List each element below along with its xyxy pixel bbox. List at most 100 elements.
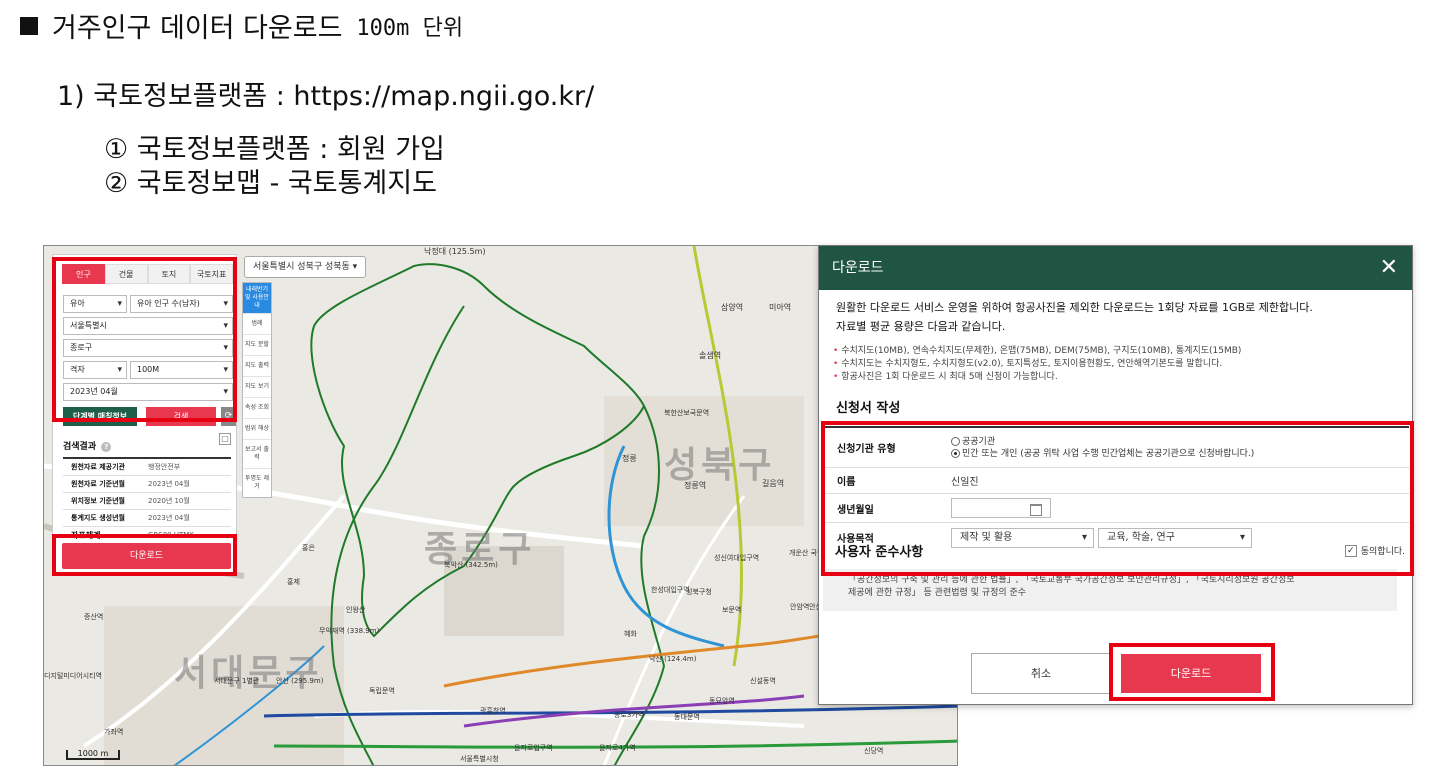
result-table: 원천자료 제공기관 행정안전부 원천자료 기준년월 2023년 04월 위치정보 기…: [63, 457, 231, 544]
map-label: 성신여대입구역: [714, 554, 760, 562]
map-label: 을지로입구역: [514, 744, 553, 752]
period-select[interactable]: 2023년 04월: [63, 383, 233, 401]
agree-checkbox[interactable]: ✓ 동의합니다.: [1344, 544, 1409, 557]
compliance-title: 사용자 준수사항: [835, 545, 924, 560]
tab-national-index[interactable]: 국토지표: [190, 264, 233, 284]
tab-building[interactable]: 건물: [104, 264, 148, 284]
form-section-title: 신청서 작성: [836, 401, 901, 416]
step-1: ① 국토정보플랫폼 : 회원 가입: [104, 134, 445, 165]
checkbox-icon: ✓: [1344, 544, 1357, 557]
close-icon[interactable]: ✕: [1380, 246, 1398, 290]
birth-date-input[interactable]: [951, 498, 1051, 518]
map-label: 북한산보국문역: [664, 409, 710, 417]
map-label: 동묘앞역: [709, 697, 735, 705]
map-label: 낙산 (124.4m): [649, 655, 697, 663]
map-label: 정릉역: [684, 481, 707, 490]
dialog-header: 다운로드 ✕: [819, 246, 1412, 290]
tool-attr-button[interactable]: 속성 조회: [243, 397, 271, 418]
dialog-intro: 원활한 다운로드 서비스 운영을 위하여 항공사진을 제외한 다운로드는 1회당…: [836, 301, 1313, 333]
map-label: 서대문구 1별관: [214, 677, 260, 685]
map-label: 솔샘역: [699, 351, 722, 360]
form-row-name: 이름 신일진: [823, 468, 1409, 494]
sigungu-select[interactable]: 종로구: [63, 339, 233, 357]
category-select[interactable]: 유아: [63, 295, 127, 313]
table-row: 원천자료 제공기관 행정안전부: [63, 459, 231, 476]
note-item: • 수치지도는 수치지형도, 수치지형도(v2.0), 토지특성도, 토지이용현…: [833, 359, 1223, 369]
map-label: 홍은: [302, 544, 315, 552]
map-label: 동대문역: [674, 713, 700, 721]
table-row: 원천자료 기준년월 2023년 04월: [63, 476, 231, 493]
map-label: 한성대입구역: [651, 586, 690, 594]
map-district-label: 성북구: [664, 445, 776, 486]
tool-opacity-button[interactable]: 투명도 제거: [243, 468, 271, 497]
cancel-button[interactable]: 취소: [971, 653, 1111, 694]
map-label: 홍제: [287, 578, 300, 586]
map-label: 성북구청: [686, 588, 712, 596]
map-label: 정릉: [622, 454, 637, 463]
map-scale-bar: 1000 m: [66, 750, 120, 760]
panel-download-button[interactable]: 다운로드: [62, 543, 231, 569]
heading-unit: 100m 단위: [356, 15, 464, 41]
map-label: 서울특별시청: [460, 755, 499, 763]
radio-private[interactable]: 민간 또는 개인 (공공 위탁 사업 수행 민간업체는 공공기관으로 신청바랍니…: [951, 448, 1254, 460]
category-tabs: 인구 건물 토지 국토지표: [62, 264, 233, 284]
steps: ① 국토정보플랫폼 : 회원 가입 ② 국토정보맵 - 국토통계지도: [104, 133, 445, 201]
collapse-icon[interactable]: ▢: [219, 433, 231, 445]
map-label: 신당역: [864, 747, 884, 755]
map-label: 증산역: [84, 613, 104, 621]
tool-print-button[interactable]: 지도 출력: [243, 355, 271, 376]
table-row: 좌표체계 GRS80 UTMK: [63, 527, 231, 544]
regulations-box: 「공간정보의 구축 및 관리 등에 관한 법률」, 「국토교통부 국가공간정보 …: [823, 569, 1397, 611]
reset-button[interactable]: ⟳: [221, 407, 236, 426]
table-row: 위치정보 기준년월 2020년 10월: [63, 493, 231, 510]
note-item: • 수치지도(10MB), 연속수치지도(무제한), 온맵(75MB), DEM…: [833, 346, 1242, 356]
dialog-download-button[interactable]: 다운로드: [1121, 654, 1261, 693]
map-label: 을지로4가역: [599, 744, 636, 752]
name-value: 신일진: [951, 477, 979, 488]
map-label: 가좌역: [104, 728, 124, 736]
step-2: ② 국토정보맵 - 국토통계지도: [104, 168, 437, 199]
tool-legend-button[interactable]: 범례: [243, 313, 271, 334]
map-label: 길음역: [762, 479, 785, 488]
search-button[interactable]: 검색: [146, 407, 216, 426]
map-label: 인왕산: [346, 606, 366, 614]
tab-land[interactable]: 토지: [147, 264, 191, 284]
grid-type-select[interactable]: 격자: [63, 361, 127, 379]
heading-text: 거주인구 데이터 다운로드: [52, 13, 343, 44]
note-item: • 항공사진은 1회 다운로드 시 최대 5매 신청이 가능합니다.: [833, 372, 1058, 382]
map-label: 낙정대 (125.5m): [424, 247, 486, 256]
map-label: 보문역: [722, 606, 742, 614]
application-form: 신청기관 유형 공공기관 민간 또는 개인 (공공 위탁 사업 수행 민간업체는…: [823, 426, 1409, 552]
sido-select[interactable]: 서울특별시: [63, 317, 233, 335]
map-label: 무악재역 (338.9m): [319, 627, 380, 635]
map-label: 미아역: [769, 303, 792, 312]
indicator-select[interactable]: 유아 인구 수(남자): [130, 295, 233, 313]
radio-public[interactable]: 공공기관: [951, 436, 995, 448]
tool-view-button[interactable]: 자도 보기: [243, 376, 271, 397]
dialog-title: 다운로드: [832, 260, 884, 276]
location-select[interactable]: 서울특별시 성북구 성북동 ▾: [244, 256, 367, 278]
tool-split-button[interactable]: 지도 분할: [243, 334, 271, 355]
tool-guide-button[interactable]: 내래반기 및 사용안내: [243, 283, 271, 313]
compliance-row: 사용자 준수사항 ✓ 동의합니다.: [823, 541, 1409, 560]
map-label: 안산 (295.9m): [276, 677, 324, 685]
tool-range-button[interactable]: 범위 해상: [243, 418, 271, 439]
result-title: 검색결과 ?: [63, 439, 112, 452]
map-label: 신설동역: [750, 677, 776, 685]
statistics-search-panel: 인구 건물 토지 국토지표 유아 유아 인구 수(남자) 서울특별시 종로구 격…: [52, 254, 237, 576]
grid-size-select[interactable]: 100M: [130, 361, 233, 379]
platform-url-line: 1) 국토정보플랫폼 : https://map.ngii.go.kr/: [57, 81, 595, 112]
map-label: 안암역: [790, 603, 810, 611]
map-label: 삼양역: [721, 303, 744, 312]
help-icon[interactable]: ?: [101, 442, 112, 452]
stage-matching-button[interactable]: 단계별 매칭정보: [63, 407, 137, 426]
map-tool-bar: 내래반기 및 사용안내 범례 지도 분할 지도 출력 자도 보기 속성 조회 범…: [242, 282, 272, 498]
map-label: 광흥창역: [480, 707, 506, 715]
tool-report-button[interactable]: 보고서 출력: [243, 439, 271, 468]
dialog-notes: • 수치지도(10MB), 연속수치지도(무제한), 온맵(75MB), DEM…: [833, 345, 1241, 384]
tab-population[interactable]: 인구: [62, 264, 105, 284]
map-label: 종로3가역: [614, 711, 645, 719]
square-bullet-icon: [20, 16, 38, 35]
map-label: 혜화: [624, 630, 637, 638]
form-row-birth: 생년월일: [823, 494, 1409, 523]
